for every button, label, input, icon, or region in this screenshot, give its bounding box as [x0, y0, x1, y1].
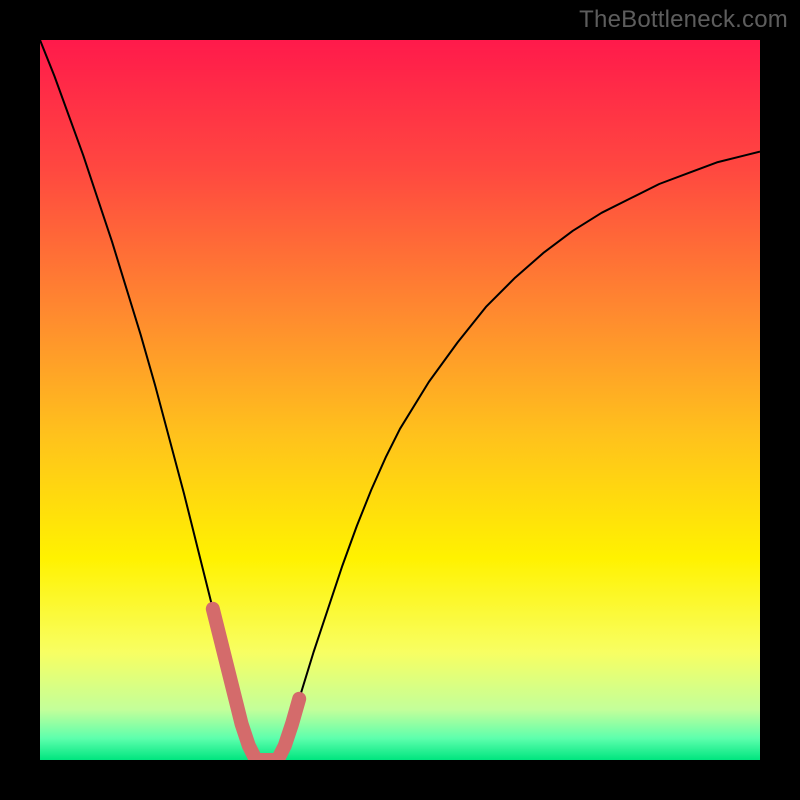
- chart-frame: TheBottleneck.com: [0, 0, 800, 800]
- watermark-text: TheBottleneck.com: [579, 6, 788, 34]
- gradient-background: [40, 40, 760, 760]
- plot-area: [40, 40, 760, 760]
- chart-svg: [40, 40, 760, 760]
